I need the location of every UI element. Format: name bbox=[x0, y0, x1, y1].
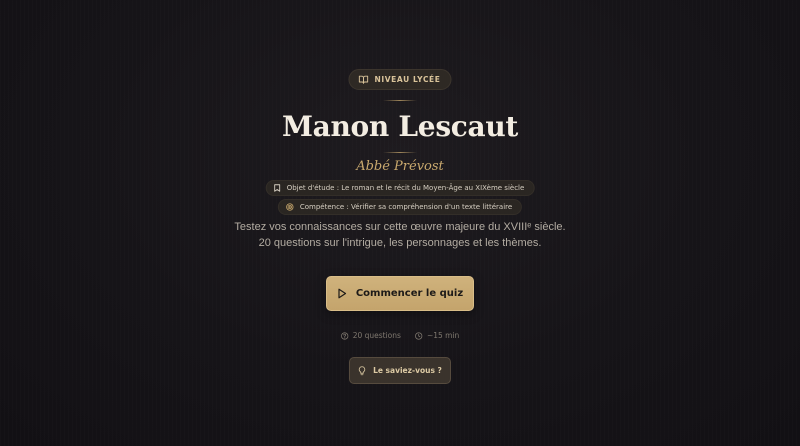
did-you-know-button[interactable]: Le saviez-vous ? bbox=[349, 357, 451, 384]
play-icon bbox=[337, 288, 347, 299]
lightbulb-icon bbox=[358, 365, 366, 376]
book-open-icon bbox=[358, 75, 369, 84]
level-badge-label: NIVEAU LYCÉE bbox=[374, 75, 441, 84]
page-title: Manon Lescaut bbox=[281, 110, 519, 143]
duration-label: ~15 min bbox=[426, 331, 460, 340]
start-quiz-button-label: Commencer le quiz bbox=[355, 288, 464, 299]
objet-etude-label: Objet d'étude : Le roman et le récit du … bbox=[286, 184, 525, 192]
competence-chip: Compétence : Vérifier sa compréhension d… bbox=[277, 199, 523, 215]
clock-icon bbox=[415, 331, 423, 340]
target-icon bbox=[286, 203, 294, 211]
quiz-description: Testez vos connaissances sur cette œuvre… bbox=[200, 219, 600, 251]
quiz-description-line-1: Testez vos connaissances sur cette œuvre… bbox=[234, 221, 566, 233]
objet-etude-chip: Objet d'étude : Le roman et le récit du … bbox=[265, 180, 535, 196]
quiz-meta: 20 questions ~15 min bbox=[341, 331, 459, 340]
help-circle-icon bbox=[341, 331, 349, 340]
did-you-know-button-label: Le saviez-vous ? bbox=[373, 366, 442, 375]
bookmark-icon bbox=[274, 184, 281, 192]
question-count: 20 questions bbox=[341, 331, 401, 340]
quiz-description-line-2: 20 questions sur l'intrigue, les personn… bbox=[258, 237, 542, 249]
competence-label: Compétence : Vérifier sa compréhension d… bbox=[299, 203, 513, 211]
duration: ~15 min bbox=[415, 331, 459, 340]
title-divider-top bbox=[383, 100, 417, 101]
level-badge: NIVEAU LYCÉE bbox=[348, 69, 452, 90]
author-name: Abbé Prévost bbox=[356, 159, 444, 174]
quiz-landing: NIVEAU LYCÉE Manon Lescaut Abbé Prévost … bbox=[0, 0, 800, 446]
title-divider-bottom bbox=[383, 152, 417, 153]
question-count-label: 20 questions bbox=[352, 331, 401, 340]
start-quiz-button[interactable]: Commencer le quiz bbox=[326, 276, 474, 311]
